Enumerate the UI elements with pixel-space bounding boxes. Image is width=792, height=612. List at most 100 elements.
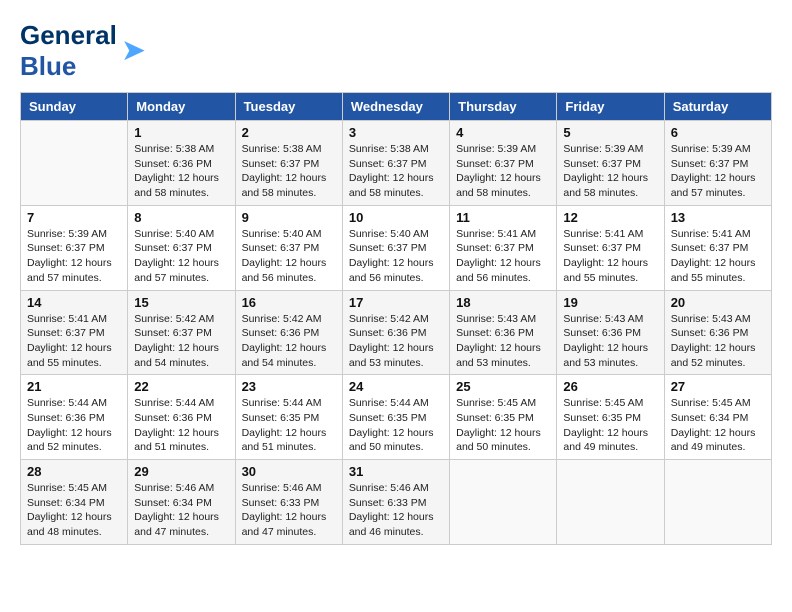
day-number: 22	[134, 379, 228, 394]
col-header-wednesday: Wednesday	[342, 93, 449, 121]
day-number: 14	[27, 295, 121, 310]
day-cell: 8 Sunrise: 5:40 AM Sunset: 6:37 PM Daylig…	[128, 205, 235, 290]
day-cell: 17 Sunrise: 5:42 AM Sunset: 6:36 PM Dayli…	[342, 290, 449, 375]
day-cell: 25 Sunrise: 5:45 AM Sunset: 6:35 PM Dayli…	[450, 375, 557, 460]
day-info: Sunrise: 5:41 AM Sunset: 6:37 PM Dayligh…	[671, 227, 765, 286]
day-number: 27	[671, 379, 765, 394]
day-number: 5	[563, 125, 657, 140]
day-number: 6	[671, 125, 765, 140]
day-number: 28	[27, 464, 121, 479]
day-info: Sunrise: 5:40 AM Sunset: 6:37 PM Dayligh…	[242, 227, 336, 286]
week-row-5: 28 Sunrise: 5:45 AM Sunset: 6:34 PM Dayli…	[21, 460, 772, 545]
day-number: 13	[671, 210, 765, 225]
logo: General Blue ➤	[20, 20, 146, 82]
week-row-4: 21 Sunrise: 5:44 AM Sunset: 6:36 PM Dayli…	[21, 375, 772, 460]
col-header-tuesday: Tuesday	[235, 93, 342, 121]
day-info: Sunrise: 5:43 AM Sunset: 6:36 PM Dayligh…	[671, 312, 765, 371]
day-info: Sunrise: 5:39 AM Sunset: 6:37 PM Dayligh…	[563, 142, 657, 201]
day-number: 4	[456, 125, 550, 140]
calendar-table: SundayMondayTuesdayWednesdayThursdayFrid…	[20, 92, 772, 545]
day-number: 1	[134, 125, 228, 140]
day-info: Sunrise: 5:43 AM Sunset: 6:36 PM Dayligh…	[456, 312, 550, 371]
day-info: Sunrise: 5:45 AM Sunset: 6:35 PM Dayligh…	[563, 396, 657, 455]
week-row-2: 7 Sunrise: 5:39 AM Sunset: 6:37 PM Daylig…	[21, 205, 772, 290]
day-info: Sunrise: 5:41 AM Sunset: 6:37 PM Dayligh…	[563, 227, 657, 286]
day-info: Sunrise: 5:41 AM Sunset: 6:37 PM Dayligh…	[456, 227, 550, 286]
day-info: Sunrise: 5:38 AM Sunset: 6:36 PM Dayligh…	[134, 142, 228, 201]
day-cell: 11Sunrise: 5:41 AM Sunset: 6:37 PM Dayli…	[450, 205, 557, 290]
day-number: 15	[134, 295, 228, 310]
day-number: 17	[349, 295, 443, 310]
day-number: 21	[27, 379, 121, 394]
day-number: 3	[349, 125, 443, 140]
day-info: Sunrise: 5:39 AM Sunset: 6:37 PM Dayligh…	[671, 142, 765, 201]
day-number: 30	[242, 464, 336, 479]
day-number: 31	[349, 464, 443, 479]
day-info: Sunrise: 5:38 AM Sunset: 6:37 PM Dayligh…	[242, 142, 336, 201]
day-cell: 7 Sunrise: 5:39 AM Sunset: 6:37 PM Daylig…	[21, 205, 128, 290]
col-header-saturday: Saturday	[664, 93, 771, 121]
day-info: Sunrise: 5:46 AM Sunset: 6:33 PM Dayligh…	[349, 481, 443, 540]
day-cell	[21, 121, 128, 206]
col-header-thursday: Thursday	[450, 93, 557, 121]
day-number: 2	[242, 125, 336, 140]
day-info: Sunrise: 5:45 AM Sunset: 6:35 PM Dayligh…	[456, 396, 550, 455]
day-info: Sunrise: 5:45 AM Sunset: 6:34 PM Dayligh…	[27, 481, 121, 540]
day-cell: 18 Sunrise: 5:43 AM Sunset: 6:36 PM Dayli…	[450, 290, 557, 375]
day-cell	[450, 460, 557, 545]
day-cell: 2 Sunrise: 5:38 AM Sunset: 6:37 PM Daylig…	[235, 121, 342, 206]
day-number: 10	[349, 210, 443, 225]
day-cell: 12Sunrise: 5:41 AM Sunset: 6:37 PM Dayli…	[557, 205, 664, 290]
header: General Blue ➤	[20, 20, 772, 82]
day-cell: 28 Sunrise: 5:45 AM Sunset: 6:34 PM Dayli…	[21, 460, 128, 545]
day-number: 7	[27, 210, 121, 225]
day-cell: 27 Sunrise: 5:45 AM Sunset: 6:34 PM Dayli…	[664, 375, 771, 460]
day-number: 18	[456, 295, 550, 310]
day-cell	[664, 460, 771, 545]
day-info: Sunrise: 5:45 AM Sunset: 6:34 PM Dayligh…	[671, 396, 765, 455]
day-number: 24	[349, 379, 443, 394]
day-cell: 19 Sunrise: 5:43 AM Sunset: 6:36 PM Dayli…	[557, 290, 664, 375]
day-cell: 14 Sunrise: 5:41 AM Sunset: 6:37 PM Dayli…	[21, 290, 128, 375]
day-number: 25	[456, 379, 550, 394]
day-info: Sunrise: 5:40 AM Sunset: 6:37 PM Dayligh…	[134, 227, 228, 286]
day-cell	[557, 460, 664, 545]
col-header-sunday: Sunday	[21, 93, 128, 121]
day-cell: 1 Sunrise: 5:38 AM Sunset: 6:36 PM Daylig…	[128, 121, 235, 206]
day-cell: 9Sunrise: 5:40 AM Sunset: 6:37 PM Daylig…	[235, 205, 342, 290]
day-cell: 5 Sunrise: 5:39 AM Sunset: 6:37 PM Daylig…	[557, 121, 664, 206]
day-info: Sunrise: 5:42 AM Sunset: 6:36 PM Dayligh…	[242, 312, 336, 371]
day-cell: 31 Sunrise: 5:46 AM Sunset: 6:33 PM Dayli…	[342, 460, 449, 545]
day-cell: 22Sunrise: 5:44 AM Sunset: 6:36 PM Dayli…	[128, 375, 235, 460]
week-row-3: 14 Sunrise: 5:41 AM Sunset: 6:37 PM Dayli…	[21, 290, 772, 375]
day-info: Sunrise: 5:43 AM Sunset: 6:36 PM Dayligh…	[563, 312, 657, 371]
day-number: 19	[563, 295, 657, 310]
day-cell: 16 Sunrise: 5:42 AM Sunset: 6:36 PM Dayli…	[235, 290, 342, 375]
day-cell: 30 Sunrise: 5:46 AM Sunset: 6:33 PM Dayli…	[235, 460, 342, 545]
day-info: Sunrise: 5:46 AM Sunset: 6:33 PM Dayligh…	[242, 481, 336, 540]
day-number: 20	[671, 295, 765, 310]
day-cell: 13 Sunrise: 5:41 AM Sunset: 6:37 PM Dayli…	[664, 205, 771, 290]
day-info: Sunrise: 5:44 AM Sunset: 6:35 PM Dayligh…	[349, 396, 443, 455]
day-cell: 10 Sunrise: 5:40 AM Sunset: 6:37 PM Dayli…	[342, 205, 449, 290]
day-info: Sunrise: 5:42 AM Sunset: 6:36 PM Dayligh…	[349, 312, 443, 371]
day-number: 29	[134, 464, 228, 479]
day-number: 16	[242, 295, 336, 310]
col-header-friday: Friday	[557, 93, 664, 121]
week-row-1: 1 Sunrise: 5:38 AM Sunset: 6:36 PM Daylig…	[21, 121, 772, 206]
day-cell: 23Sunrise: 5:44 AM Sunset: 6:35 PM Dayli…	[235, 375, 342, 460]
day-info: Sunrise: 5:41 AM Sunset: 6:37 PM Dayligh…	[27, 312, 121, 371]
day-info: Sunrise: 5:39 AM Sunset: 6:37 PM Dayligh…	[456, 142, 550, 201]
day-info: Sunrise: 5:44 AM Sunset: 6:36 PM Dayligh…	[27, 396, 121, 455]
day-cell: 3Sunrise: 5:38 AM Sunset: 6:37 PM Daylig…	[342, 121, 449, 206]
day-info: Sunrise: 5:39 AM Sunset: 6:37 PM Dayligh…	[27, 227, 121, 286]
day-info: Sunrise: 5:42 AM Sunset: 6:37 PM Dayligh…	[134, 312, 228, 371]
header-row: SundayMondayTuesdayWednesdayThursdayFrid…	[21, 93, 772, 121]
day-info: Sunrise: 5:40 AM Sunset: 6:37 PM Dayligh…	[349, 227, 443, 286]
day-cell: 15 Sunrise: 5:42 AM Sunset: 6:37 PM Dayli…	[128, 290, 235, 375]
col-header-monday: Monday	[128, 93, 235, 121]
day-cell: 20 Sunrise: 5:43 AM Sunset: 6:36 PM Dayli…	[664, 290, 771, 375]
day-number: 8	[134, 210, 228, 225]
day-cell: 26Sunrise: 5:45 AM Sunset: 6:35 PM Dayli…	[557, 375, 664, 460]
day-info: Sunrise: 5:44 AM Sunset: 6:35 PM Dayligh…	[242, 396, 336, 455]
